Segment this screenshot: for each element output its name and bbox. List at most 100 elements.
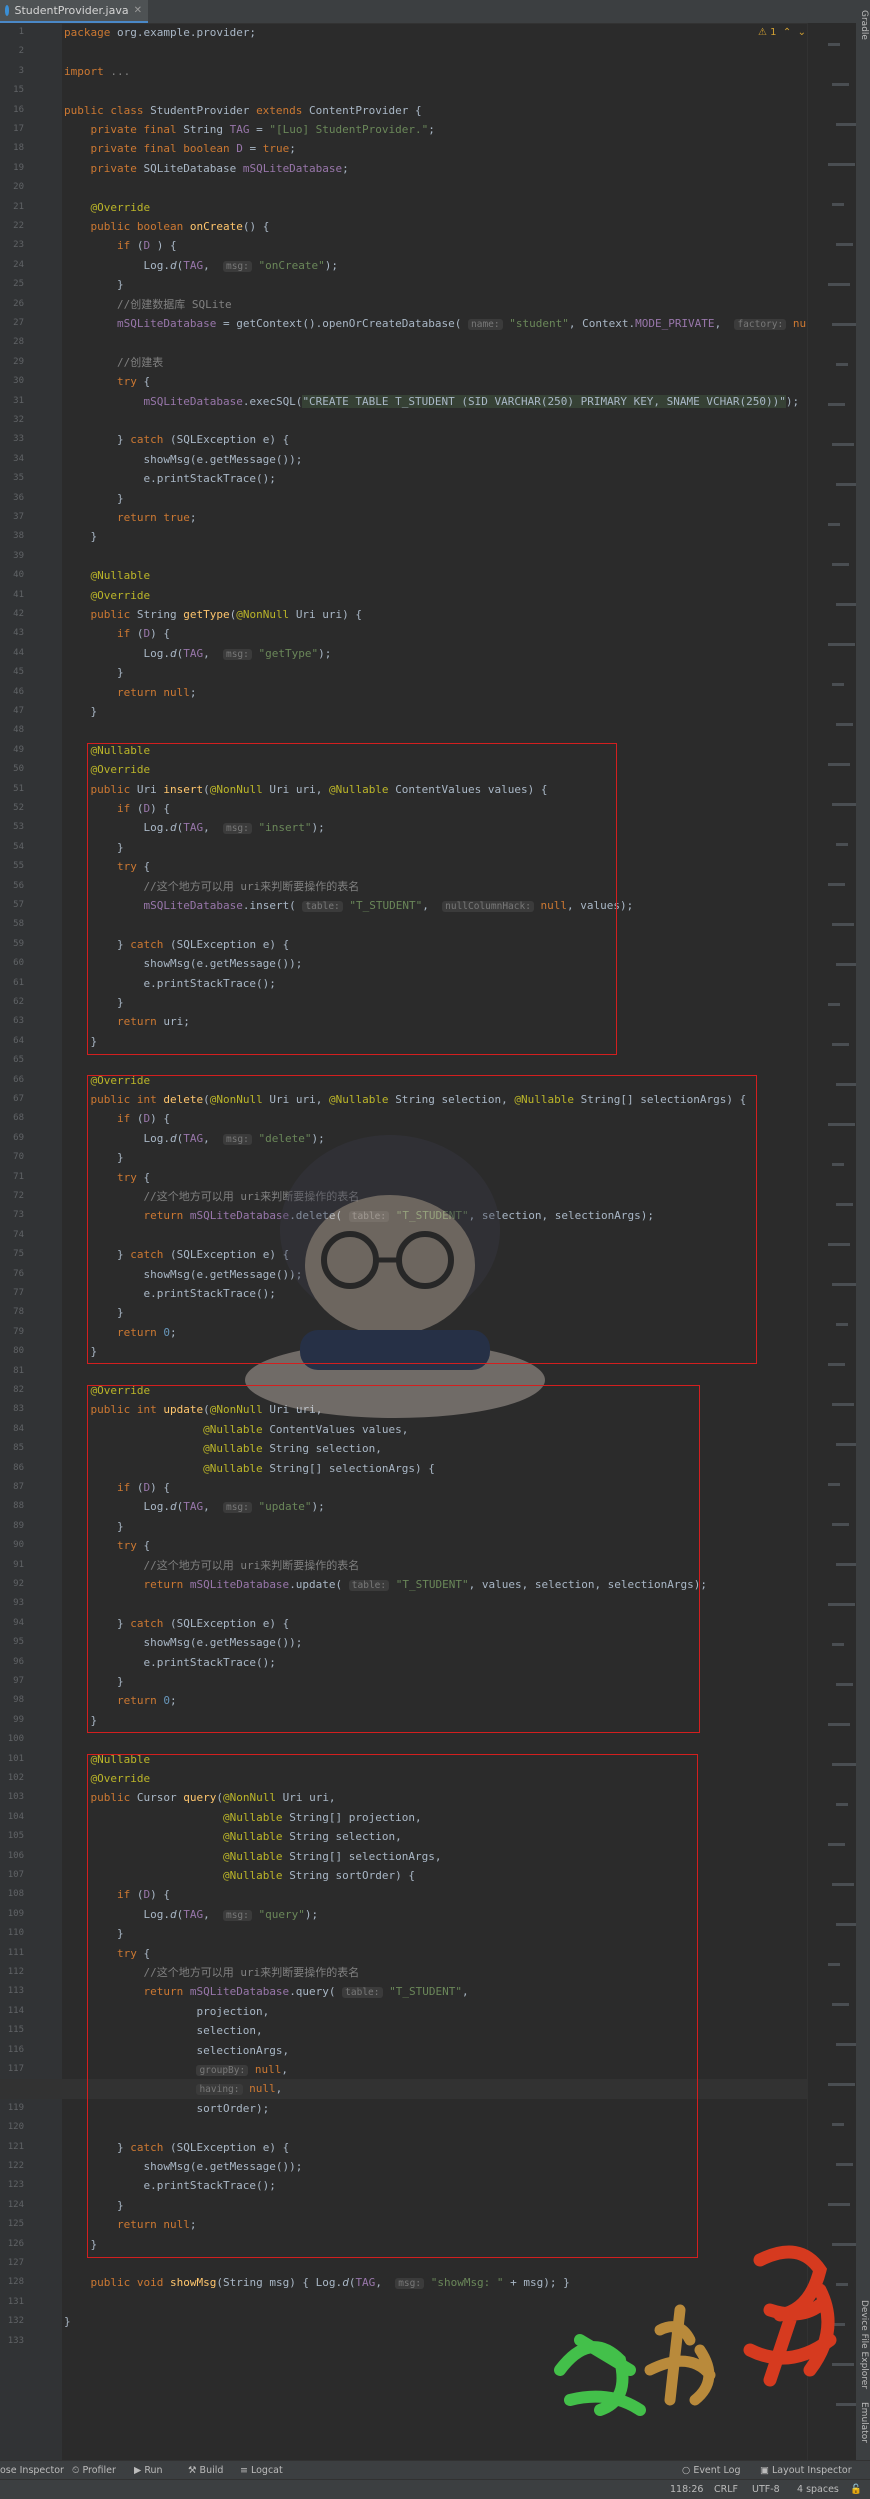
calligraphy-watermark-logo: [554, 2245, 837, 2416]
run-tool-button[interactable]: ▶ Run: [134, 2461, 163, 2480]
compose-inspector-tool-button[interactable]: ose Inspector: [0, 2461, 64, 2480]
code-line[interactable]: }: [0, 1711, 97, 1730]
file-tab[interactable]: StudentProvider.java ✕: [0, 0, 148, 23]
line-separator[interactable]: CRLF: [714, 2480, 738, 2499]
profiler-tool-button[interactable]: ⏲ Profiler: [72, 2461, 116, 2480]
minimap-mark: [828, 1003, 840, 1006]
code-token: package: [64, 26, 117, 39]
code-line[interactable]: [0, 1226, 64, 1245]
code-line[interactable]: import ...: [0, 62, 130, 81]
code-token: public: [90, 608, 137, 621]
inspection-warning[interactable]: ⚠ 1 ⌃ ⌄: [758, 27, 806, 38]
gradle-tool-button[interactable]: Gradle: [859, 10, 869, 40]
minimap-mark: [836, 1803, 848, 1806]
code-line[interactable]: }: [0, 1342, 97, 1361]
code-token: );: [318, 646, 332, 660]
logcat-tool-button[interactable]: ≡ Logcat: [240, 2461, 283, 2480]
code-line[interactable]: [0, 333, 64, 352]
code-line[interactable]: [0, 2254, 64, 2273]
code-line[interactable]: public void showMsg(String msg) { Log.d(…: [0, 2273, 570, 2292]
lock-icon[interactable]: 🔓: [850, 2480, 862, 2499]
file-encoding[interactable]: UTF-8: [752, 2480, 780, 2499]
code-line[interactable]: }: [0, 275, 124, 294]
code-token: ...: [110, 64, 131, 78]
code-token: TAG: [229, 123, 250, 136]
code-line[interactable]: private final String TAG = "[Luo] Studen…: [0, 120, 435, 139]
emulator-tool-button[interactable]: Emulator: [859, 2402, 869, 2443]
code-line[interactable]: Log.d(TAG, msg: "onCreate");: [0, 256, 338, 275]
code-token: String: [136, 608, 184, 621]
code-token: "student": [509, 317, 569, 330]
code-line[interactable]: mSQLiteDatabase = getContext().openOrCre…: [0, 314, 833, 333]
code-line[interactable]: [0, 2332, 64, 2351]
device-file-explorer-tool-button[interactable]: Device File Explorer: [859, 2300, 869, 2389]
code-line[interactable]: private SQLiteDatabase mSQLiteDatabase;: [0, 159, 349, 178]
minimap-mark: [836, 1563, 858, 1566]
minimap-mark: [836, 1323, 848, 1326]
event-log-label: Event Log: [693, 2465, 741, 2476]
code-line[interactable]: try {: [0, 372, 150, 391]
code-line[interactable]: //创建数据库 SQLite: [0, 295, 232, 314]
minimap-mark: [836, 2163, 853, 2166]
code-line[interactable]: }: [0, 489, 124, 508]
caret-position[interactable]: 118:26: [670, 2480, 703, 2499]
code-line[interactable]: [0, 721, 64, 740]
event-log-tool-button[interactable]: ○ Event Log: [682, 2461, 741, 2480]
code-token: ;: [189, 685, 197, 699]
code-line[interactable]: @Nullable: [0, 566, 151, 585]
code-line[interactable]: } catch (SQLException e) {: [0, 430, 289, 449]
code-line[interactable]: public class StudentProvider extends Con…: [0, 101, 422, 120]
code-line[interactable]: @Override: [0, 586, 151, 605]
code-line[interactable]: }: [0, 2312, 71, 2331]
code-line[interactable]: @Override: [0, 198, 151, 217]
code-line[interactable]: if (D ) {: [0, 236, 177, 255]
code-line[interactable]: public String getType(@NonNull Uri uri) …: [0, 605, 363, 624]
code-line[interactable]: [0, 42, 64, 61]
code-line[interactable]: [0, 178, 64, 197]
code-line[interactable]: }: [0, 663, 124, 682]
code-line[interactable]: if (D) {: [0, 624, 170, 643]
minimap-mark: [828, 1483, 840, 1486]
code-line[interactable]: }: [0, 527, 97, 546]
indent-setting[interactable]: 4 spaces: [797, 2480, 839, 2499]
code-line[interactable]: //创建表: [0, 353, 163, 372]
code-line[interactable]: package org.example.provider;: [0, 23, 256, 42]
right-tool-strip: Gradle Device File Explorer Emulator: [856, 0, 870, 2460]
layout-inspector-tool-button[interactable]: ▣ Layout Inspector: [760, 2461, 852, 2480]
code-line[interactable]: [0, 1051, 64, 1070]
code-token: @Override: [90, 200, 151, 214]
code-line[interactable]: private final boolean D = true;: [0, 139, 296, 158]
code-line[interactable]: mSQLiteDatabase.execSQL("CREATE TABLE T_…: [0, 392, 799, 411]
code-line[interactable]: }: [0, 702, 97, 721]
code-line[interactable]: showMsg(e.getMessage());: [0, 450, 302, 469]
minimap-mark: [828, 403, 845, 406]
code-token: mSQLiteDatabase: [116, 317, 217, 330]
code-line[interactable]: [0, 2118, 64, 2137]
code-line[interactable]: [0, 1594, 64, 1613]
code-line[interactable]: [0, 81, 64, 100]
code-line[interactable]: [0, 1362, 64, 1381]
code-line[interactable]: [0, 411, 64, 430]
build-tool-button[interactable]: ⚒ Build: [188, 2461, 223, 2480]
code-token: "getType": [258, 646, 319, 660]
code-line[interactable]: return null;: [0, 683, 196, 702]
code-line[interactable]: [0, 915, 64, 934]
code-line[interactable]: e.printStackTrace();: [0, 469, 275, 488]
minimap-mark: [828, 1243, 850, 1246]
code-line[interactable]: public boolean onCreate() {: [0, 217, 270, 236]
code-line[interactable]: Log.d(TAG, msg: "getType");: [0, 644, 331, 663]
code-line[interactable]: }: [0, 1032, 97, 1051]
code-line[interactable]: }: [0, 2235, 97, 2254]
code-line[interactable]: [0, 2293, 64, 2312]
code-token: StudentProvider: [150, 103, 257, 117]
minimap-mark: [832, 1403, 854, 1406]
minimap-mark: [828, 2203, 850, 2206]
parameter-hint: name:: [468, 319, 503, 330]
code-line[interactable]: [0, 547, 64, 566]
code-line[interactable]: return true;: [0, 508, 196, 527]
close-tab-icon[interactable]: ✕: [134, 5, 142, 16]
code-line[interactable]: [0, 1730, 64, 1749]
